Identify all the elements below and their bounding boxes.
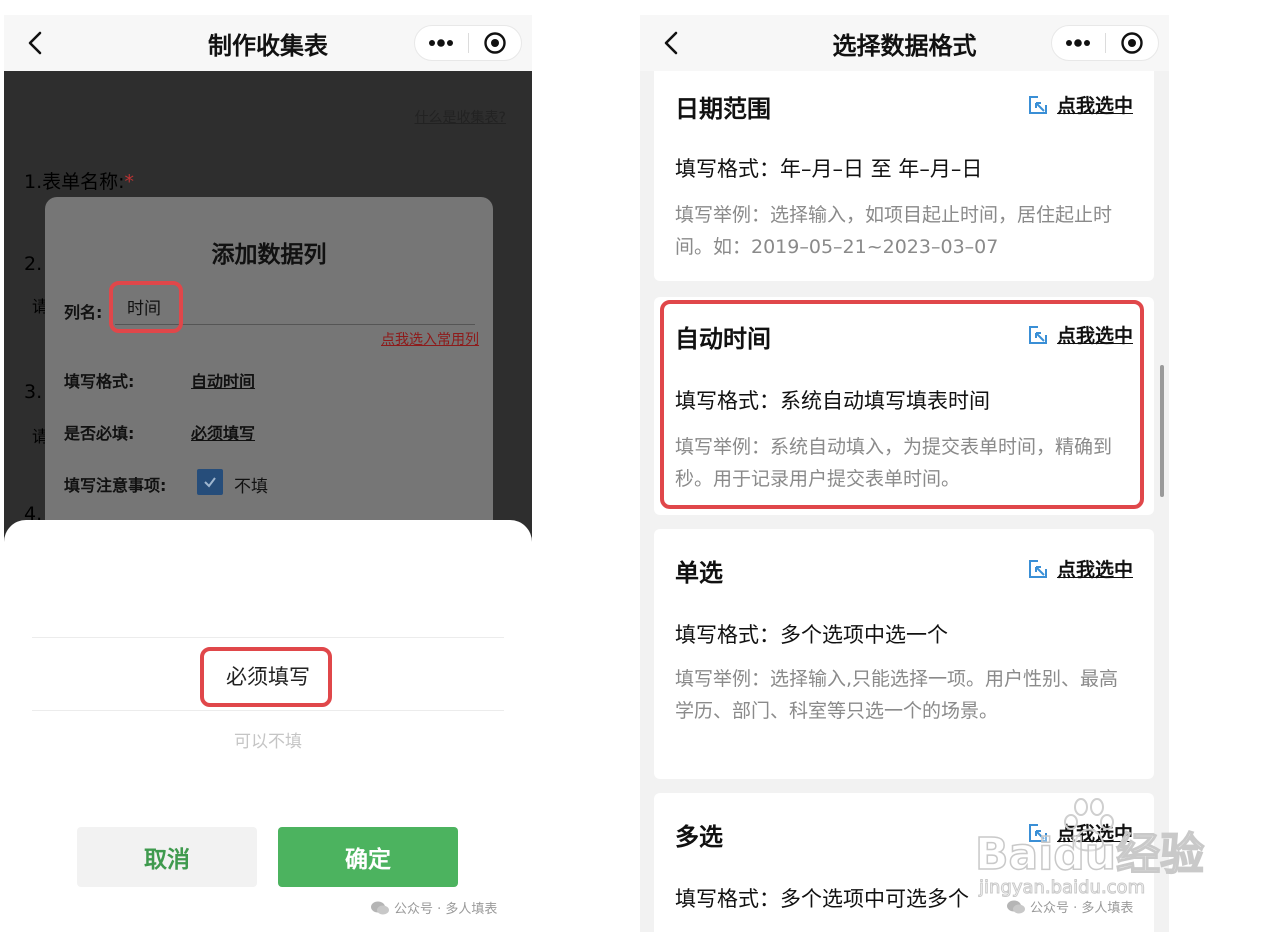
notes-label: 填写注意事项: xyxy=(64,476,167,495)
card-title: 多选 xyxy=(675,823,723,851)
select-cursor-icon xyxy=(1028,823,1047,842)
watermark-left-text: 公众号 · 多人填表 xyxy=(394,902,498,917)
card-format: 填写格式：年–月–日 至 年–月–日 xyxy=(675,157,983,181)
card-select-button[interactable]: 点我选中 xyxy=(1027,555,1133,582)
select-cursor-icon xyxy=(1028,95,1047,114)
card-select-button[interactable]: 点我选中 xyxy=(1027,91,1133,118)
left-navbar: 制作收集表 xyxy=(4,15,532,71)
watermark-left: 公众号 · 多人填表 xyxy=(370,898,497,917)
picker-option-optional[interactable]: 可以不填 xyxy=(4,727,532,752)
notes-checkbox-label: 不填 xyxy=(234,477,268,497)
card-select-text: 点我选中 xyxy=(1056,823,1133,845)
target-circle-icon xyxy=(484,32,506,54)
chevron-left-icon[interactable] xyxy=(658,29,686,57)
chevron-left-icon[interactable] xyxy=(22,29,50,57)
card-select-button[interactable]: 点我选中 xyxy=(1027,819,1133,846)
page-title: 制作收集表 xyxy=(208,31,328,60)
required-value[interactable]: 必须填写 xyxy=(191,420,255,444)
more-button[interactable] xyxy=(415,26,468,60)
required-picker-sheet: 必须填写 可以不填 取消 确定 公众号 · 多人填表 xyxy=(4,520,532,932)
picker-line-bottom xyxy=(32,710,504,711)
help-link[interactable]: 什么是收集表? xyxy=(415,107,506,127)
confirm-button[interactable]: 确定 xyxy=(278,827,458,887)
wechat-icon xyxy=(371,901,389,914)
more-button[interactable] xyxy=(1052,26,1105,60)
form-label-2: 2. xyxy=(24,253,43,275)
right-screen: 选择数据格式 日期范围 点我选中 填写格式：年–月–日 至 年–月–日 填写举例… xyxy=(640,15,1169,932)
card-title: 单选 xyxy=(675,559,723,587)
left-screen: 制作收集表 什么是收集表? 1.表单名称:* 2. 请 3. 请 4. 添加数据… xyxy=(4,15,532,932)
watermark-right: 公众号 · 多人填表 xyxy=(1006,897,1133,916)
card-select-text: 点我选中 xyxy=(1056,559,1133,581)
close-miniapp-button[interactable] xyxy=(1105,26,1158,60)
picker-line-top xyxy=(32,637,504,638)
highlight-auto-time-card xyxy=(660,300,1144,509)
common-column-link[interactable]: 点我选入常用列 xyxy=(381,329,479,349)
dialog-title: 添加数据列 xyxy=(211,242,327,268)
card-select-text: 点我选中 xyxy=(1056,95,1133,117)
form-name-label: 1.表单名称:* xyxy=(24,167,134,194)
more-dots-icon xyxy=(429,39,454,47)
miniapp-capsule xyxy=(414,25,522,61)
right-navbar: 选择数据格式 xyxy=(640,15,1169,71)
format-label: 填写格式: xyxy=(64,372,135,391)
select-cursor-icon xyxy=(1028,559,1047,578)
form-label-3: 3. xyxy=(24,381,43,403)
card-example: 填写举例：选择输入,只能选择一项。用户性别、最高学历、部门、科室等只选一个的场景… xyxy=(675,668,1119,722)
required-label: 是否必填: xyxy=(64,424,135,443)
format-value[interactable]: 自动时间 xyxy=(191,368,255,392)
target-circle-icon xyxy=(1121,32,1143,54)
miniapp-capsule xyxy=(1051,25,1159,61)
format-card-single-choice[interactable]: 单选 点我选中 填写格式：多个选项中选一个 填写举例：选择输入,只能选择一项。用… xyxy=(654,529,1154,779)
format-card-date-range[interactable]: 日期范围 点我选中 填写格式：年–月–日 至 年–月–日 填写举例：选择输入，如… xyxy=(654,71,1154,281)
column-name-label: 列名: xyxy=(64,303,103,322)
more-dots-icon xyxy=(1066,39,1091,47)
notes-checkbox[interactable] xyxy=(197,469,223,495)
cancel-button[interactable]: 取消 xyxy=(77,827,257,887)
card-format: 填写格式：多个选项中可选多个 xyxy=(675,887,969,911)
add-column-dialog: 添加数据列 列名: 时间 点我选入常用列 填写格式: 自动时间 是否必填: 必须… xyxy=(45,197,493,537)
form-name-label-text: 1.表单名称: xyxy=(24,171,125,193)
card-example: 填写举例：选择输入，如项目起止时间，居住起止时间。如：2019–05–21~20… xyxy=(675,204,1113,258)
page-title: 选择数据格式 xyxy=(832,31,977,60)
highlight-picker-selected xyxy=(200,647,332,707)
watermark-right-text: 公众号 · 多人填表 xyxy=(1030,901,1134,916)
wechat-icon xyxy=(1007,900,1025,913)
card-format: 填写格式：多个选项中选一个 xyxy=(675,623,948,647)
card-title: 日期范围 xyxy=(675,95,771,123)
scrollbar[interactable] xyxy=(1160,365,1164,497)
highlight-column-name xyxy=(109,281,183,333)
close-miniapp-button[interactable] xyxy=(468,26,521,60)
required-mark: * xyxy=(124,171,135,193)
checkmark-icon xyxy=(204,477,216,488)
